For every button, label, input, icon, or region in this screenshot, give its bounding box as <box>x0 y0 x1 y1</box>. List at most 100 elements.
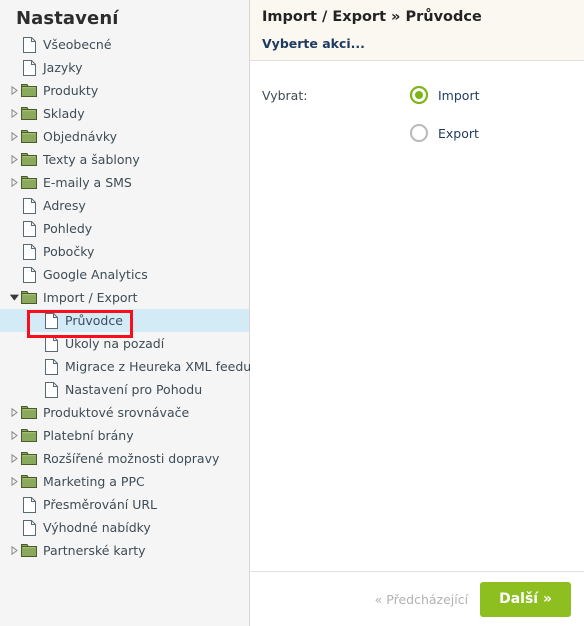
sidebar-item-label: Produkty <box>43 83 99 98</box>
sidebar-item-label: Import / Export <box>43 290 138 305</box>
sidebar-item-pr-vodce[interactable]: Průvodce <box>0 309 249 332</box>
sidebar-item-produktov-srovn-va-e[interactable]: Produktové srovnávače <box>0 401 249 424</box>
radio-option-label: Import <box>438 88 480 103</box>
file-icon <box>20 493 38 516</box>
folder-icon <box>20 447 38 470</box>
application-window: Nastavení Všeobecné Jazyky Produkty Sklady O… <box>0 0 584 626</box>
radio-option-import[interactable]: Import <box>410 83 480 109</box>
folder-icon <box>20 401 38 424</box>
sidebar-item-label: Produktové srovnávače <box>43 405 190 420</box>
sidebar-item-pobo-ky[interactable]: Pobočky <box>0 240 249 263</box>
chevron-right-icon[interactable] <box>8 447 20 470</box>
chevron-right-icon[interactable] <box>8 401 20 424</box>
action-select-label: Vybrat: <box>262 88 308 103</box>
file-icon <box>20 516 38 539</box>
sidebar-item-label: Migrace z Heureka XML feedu <box>65 359 252 374</box>
chevron-right-icon[interactable] <box>8 171 20 194</box>
chevron-right-icon[interactable] <box>8 470 20 493</box>
main-panel: Import / Export » Průvodce Vyberte akci.… <box>250 0 584 626</box>
radio-selected-icon[interactable] <box>410 86 430 106</box>
sidebar-item-texty-a-ablony[interactable]: Texty a šablony <box>0 148 249 171</box>
settings-tree: Všeobecné Jazyky Produkty Sklady Objednávky T… <box>0 33 252 562</box>
sidebar-item-v-eobecn[interactable]: Všeobecné <box>0 33 249 56</box>
sidebar-item-objedn-vky[interactable]: Objednávky <box>0 125 249 148</box>
sidebar-item-marketing-a-ppc[interactable]: Marketing a PPC <box>0 470 249 493</box>
sidebar-item-label: Rozšířené možnosti dopravy <box>43 451 220 466</box>
sidebar-item-label: E-maily a SMS <box>43 175 132 190</box>
panel-footer: « Předcházející Další » <box>250 571 584 626</box>
sidebar-item-label: Pohledy <box>43 221 93 236</box>
folder-icon <box>20 102 38 125</box>
sidebar-item-v-hodn-nab-dky[interactable]: Výhodné nabídky <box>0 516 249 539</box>
folder-icon <box>20 79 38 102</box>
sidebar-item-label: Nastavení pro Pohodu <box>65 382 203 397</box>
file-icon <box>20 263 38 286</box>
sidebar-item-pohledy[interactable]: Pohledy <box>0 217 249 240</box>
sidebar-item-produkty[interactable]: Produkty <box>0 79 249 102</box>
file-icon <box>42 355 60 378</box>
folder-icon <box>20 171 38 194</box>
sidebar-item-label: Všeobecné <box>43 37 112 52</box>
sidebar-item-label: Pobočky <box>43 244 95 259</box>
sidebar-item-sklady[interactable]: Sklady <box>0 102 249 125</box>
radio-option-label: Export <box>438 126 479 141</box>
sidebar-item-nastaven-pro-pohodu[interactable]: Nastavení pro Pohodu <box>0 378 249 401</box>
sidebar-item-label: Google Analytics <box>43 267 148 282</box>
chevron-right-icon[interactable] <box>8 424 20 447</box>
sidebar-item-migrace-z-heureka-xml-feedu[interactable]: Migrace z Heureka XML feedu <box>0 355 252 378</box>
panel-body: Vybrat: Import Export <box>250 61 584 571</box>
file-icon <box>20 240 38 263</box>
folder-icon <box>20 424 38 447</box>
chevron-right-icon[interactable] <box>8 148 20 171</box>
sidebar-item-partnersk-karty[interactable]: Partnerské karty <box>0 539 249 562</box>
settings-sidebar: Nastavení Všeobecné Jazyky Produkty Sklady O… <box>0 0 252 626</box>
sidebar-item-label: Partnerské karty <box>43 543 146 558</box>
action-radio-group[interactable]: Import Export <box>410 83 480 147</box>
file-icon <box>20 56 38 79</box>
chevron-right-icon[interactable] <box>8 125 20 148</box>
sidebar-item-google-analytics[interactable]: Google Analytics <box>0 263 249 286</box>
sidebar-item-jazyky[interactable]: Jazyky <box>0 56 249 79</box>
file-icon <box>20 194 38 217</box>
folder-icon <box>20 286 38 309</box>
sidebar-item-platebn-br-ny[interactable]: Platební brány <box>0 424 249 447</box>
sidebar-item-label: Adresy <box>43 198 86 213</box>
page-title: Import / Export » Průvodce <box>262 9 482 25</box>
radio-option-export[interactable]: Export <box>410 121 480 147</box>
sidebar-item-e-maily-a-sms[interactable]: E-maily a SMS <box>0 171 249 194</box>
previous-button[interactable]: « Předcházející <box>375 592 468 607</box>
chevron-right-icon[interactable] <box>8 539 20 562</box>
chevron-right-icon[interactable] <box>8 102 20 125</box>
sidebar-item-label: Přesměrování URL <box>43 497 157 512</box>
sidebar-item-koly-na-pozad[interactable]: Úkoly na pozadí <box>0 332 249 355</box>
radio-unselected-icon[interactable] <box>410 124 430 144</box>
sidebar-item-label: Úkoly na pozadí <box>65 336 165 351</box>
action-select-row: Vybrat: Import Export <box>262 83 584 147</box>
panel-header: Import / Export » Průvodce Vyberte akci.… <box>250 0 584 61</box>
folder-icon <box>20 539 38 562</box>
chevron-right-icon[interactable] <box>8 79 20 102</box>
sidebar-item-p-esm-rov-n-url[interactable]: Přesměrování URL <box>0 493 249 516</box>
page-subtitle: Vyberte akci... <box>262 36 365 51</box>
file-icon <box>20 217 38 240</box>
sidebar-item-label: Sklady <box>43 106 85 121</box>
sidebar-item-import-export[interactable]: Import / Export <box>0 286 249 309</box>
sidebar-item-roz-en-mo-nosti-dopravy[interactable]: Rozšířené možnosti dopravy <box>0 447 249 470</box>
file-icon <box>42 332 60 355</box>
file-icon <box>42 378 60 401</box>
chevron-down-icon[interactable] <box>8 286 20 309</box>
sidebar-item-adresy[interactable]: Adresy <box>0 194 249 217</box>
next-button[interactable]: Další » <box>480 581 571 617</box>
